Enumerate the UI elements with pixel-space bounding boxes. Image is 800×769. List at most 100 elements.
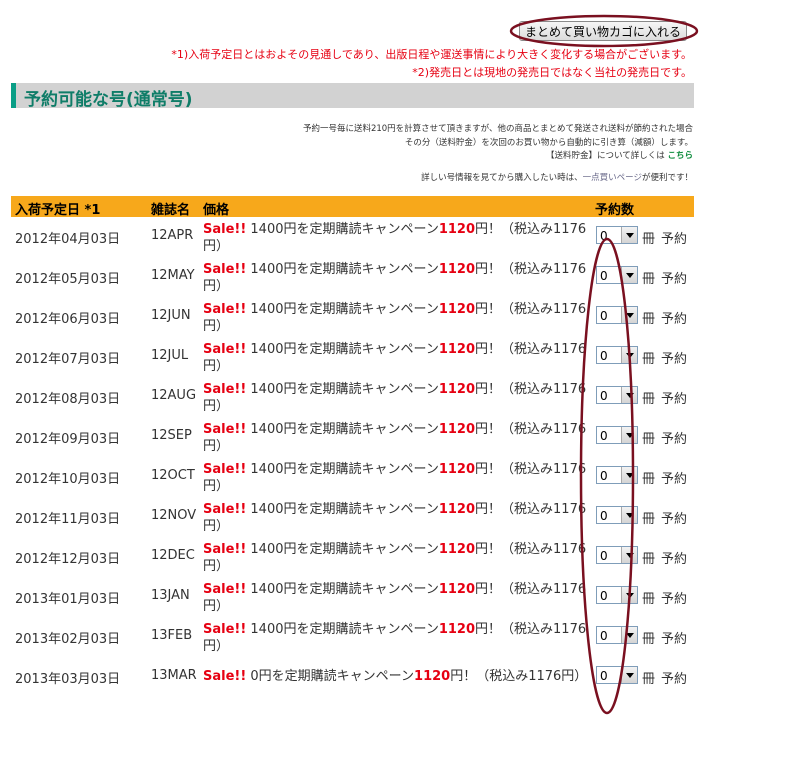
- table-row: 2012年10月03日 12OCT Sale!! 1400円を定期購読キャンペーン1…: [11, 461, 694, 499]
- header-arrival-date: 入荷予定日 *1: [15, 203, 101, 218]
- price-prefix: 1400円を定期購読キャンペーン: [250, 222, 439, 237]
- arrival-date: 2012年06月03日: [15, 312, 121, 327]
- chevron-down-icon[interactable]: [621, 627, 637, 643]
- reserve-qty-select[interactable]: 0: [596, 426, 638, 444]
- header-magazine: 雑誌名: [151, 203, 191, 218]
- unit-label: 冊: [642, 552, 656, 567]
- reserve-qty-select[interactable]: 0: [596, 506, 638, 524]
- table-row: 2013年03月03日 13MAR Sale!! 0円を定期購読キャンペーン1120…: [11, 661, 694, 699]
- unit-label: 冊: [642, 312, 656, 327]
- campaign-price: 1120: [438, 502, 476, 517]
- chevron-down-icon[interactable]: [621, 547, 637, 563]
- chevron-down-icon[interactable]: [621, 667, 637, 683]
- price-suffix: 円！（税込み1176円）: [450, 669, 588, 684]
- campaign-price: 1120: [438, 222, 476, 237]
- reserve-label: 予約: [661, 392, 688, 407]
- reserve-qty-select[interactable]: 0: [596, 546, 638, 564]
- shipping-info-line-1: 予約一号毎に送料210円を計算させて頂きますが、他の商品とまとめて発送され送料が…: [302, 124, 693, 134]
- campaign-price: 1120: [438, 582, 476, 597]
- price-prefix: 1400円を定期購読キャンペーン: [250, 462, 439, 477]
- chevron-down-icon[interactable]: [621, 267, 637, 283]
- unit-label: 冊: [642, 352, 656, 367]
- reserve-label: 予約: [661, 272, 688, 287]
- table-row: 2012年06月03日 12JUN Sale!! 1400円を定期購読キャンペーン1…: [11, 301, 694, 339]
- reserve-qty-select[interactable]: 0: [596, 626, 638, 644]
- reserve-qty-select[interactable]: 0: [596, 386, 638, 404]
- issue-name: 12APR: [151, 228, 194, 243]
- sale-label: Sale!!: [203, 502, 247, 517]
- issue-name: 12AUG: [151, 388, 197, 403]
- price-text: Sale!! 1400円を定期購読キャンペーン1120円！（税込み1176円）: [203, 421, 588, 455]
- chevron-down-icon[interactable]: [621, 587, 637, 603]
- reserve-qty-select[interactable]: 0: [596, 666, 638, 684]
- arrival-date: 2012年10月03日: [15, 472, 121, 487]
- note-arrival-date: *1)入荷予定日とはおよその見通しであり、出版日程や運送事情により大きく変化する…: [171, 48, 692, 61]
- table-row: 2012年12月03日 12DEC Sale!! 1400円を定期購読キャンペーン1…: [11, 541, 694, 579]
- campaign-price: 1120: [414, 669, 451, 684]
- reserve-qty-value: 0: [600, 269, 608, 283]
- issue-name: 13FEB: [151, 628, 193, 643]
- issue-name: 12MAY: [151, 268, 195, 283]
- unit-label: 冊: [642, 432, 656, 447]
- unit-label: 冊: [642, 592, 656, 607]
- unit-label: 冊: [642, 392, 656, 407]
- price-text: Sale!! 1400円を定期購読キャンペーン1120円！（税込み1176円）: [203, 341, 588, 375]
- chevron-down-icon[interactable]: [621, 347, 637, 363]
- price-text: Sale!! 1400円を定期購読キャンペーン1120円！（税込み1176円）: [203, 581, 588, 615]
- campaign-price: 1120: [438, 542, 476, 557]
- reserve-label: 予約: [661, 232, 688, 247]
- chevron-down-icon[interactable]: [621, 427, 637, 443]
- table-row: 2012年05月03日 12MAY Sale!! 1400円を定期購読キャンペーン1…: [11, 261, 694, 299]
- reserve-qty-select[interactable]: 0: [596, 346, 638, 364]
- single-purchase-suffix: が便利です！: [641, 173, 693, 183]
- single-purchase-link[interactable]: 一点買いページ: [583, 173, 642, 183]
- add-all-to-cart-button[interactable]: まとめて買い物カゴに入れる: [519, 21, 687, 41]
- chevron-down-icon[interactable]: [621, 467, 637, 483]
- chevron-down-icon[interactable]: [621, 227, 637, 243]
- reserve-label: 予約: [661, 632, 688, 647]
- issue-name: 12JUL: [151, 348, 189, 363]
- reserve-label: 予約: [661, 512, 688, 527]
- price-prefix: 1400円を定期購読キャンペーン: [250, 342, 439, 357]
- single-purchase-info: 詳しい号情報を見てから購入したい時は、一点買いページが便利です！: [421, 171, 693, 183]
- reserve-qty-select[interactable]: 0: [596, 466, 638, 484]
- campaign-price: 1120: [438, 302, 476, 317]
- chevron-down-icon[interactable]: [621, 387, 637, 403]
- table-row: 2012年04月03日 12APR Sale!! 1400円を定期購読キャンペーン1…: [11, 221, 694, 259]
- reserve-qty-value: 0: [600, 309, 608, 323]
- price-text: Sale!! 1400円を定期購読キャンペーン1120円！（税込み1176円）: [203, 501, 588, 535]
- sale-label: Sale!!: [203, 422, 247, 437]
- arrival-date: 2013年02月03日: [15, 632, 121, 647]
- price-text: Sale!! 1400円を定期購読キャンペーン1120円！（税込み1176円）: [203, 461, 588, 495]
- shipping-info-line-2: その分（送料貯金）を次回のお買い物から自動的に引き算（減額）します。: [404, 138, 693, 148]
- reserve-qty-select[interactable]: 0: [596, 586, 638, 604]
- chevron-down-icon[interactable]: [621, 307, 637, 323]
- price-prefix: 1400円を定期購読キャンペーン: [250, 582, 439, 597]
- arrival-date: 2013年03月03日: [15, 672, 121, 687]
- header-reserve-qty: 予約数: [595, 203, 635, 218]
- issue-name: 12OCT: [151, 468, 195, 483]
- reserve-qty-value: 0: [600, 549, 608, 563]
- shipping-savings-link[interactable]: こちら: [667, 151, 693, 161]
- reserve-qty-select[interactable]: 0: [596, 306, 638, 324]
- chevron-down-icon[interactable]: [621, 507, 637, 523]
- reserve-label: 予約: [661, 312, 688, 327]
- reserve-qty-value: 0: [600, 629, 608, 643]
- price-prefix: 1400円を定期購読キャンペーン: [250, 262, 439, 277]
- shipping-savings-text: 【送料貯金】について詳しくは: [546, 151, 665, 161]
- arrival-date: 2012年08月03日: [15, 392, 121, 407]
- issue-name: 12SEP: [151, 428, 192, 443]
- reserve-qty-select[interactable]: 0: [596, 226, 638, 244]
- price-text: Sale!! 0円を定期購読キャンペーン1120円！（税込み1176円）: [203, 668, 588, 685]
- reserve-label: 予約: [661, 552, 688, 567]
- sale-label: Sale!!: [203, 382, 247, 397]
- price-prefix: 1400円を定期購読キャンペーン: [250, 382, 439, 397]
- unit-label: 冊: [642, 472, 656, 487]
- campaign-price: 1120: [438, 622, 476, 637]
- issue-name: 13MAR: [151, 668, 197, 683]
- price-text: Sale!! 1400円を定期購読キャンペーン1120円！（税込み1176円）: [203, 301, 588, 335]
- sale-label: Sale!!: [203, 462, 247, 477]
- reserve-qty-select[interactable]: 0: [596, 266, 638, 284]
- table-row: 2012年07月03日 12JUL Sale!! 1400円を定期購読キャンペーン1…: [11, 341, 694, 379]
- arrival-date: 2012年07月03日: [15, 352, 121, 367]
